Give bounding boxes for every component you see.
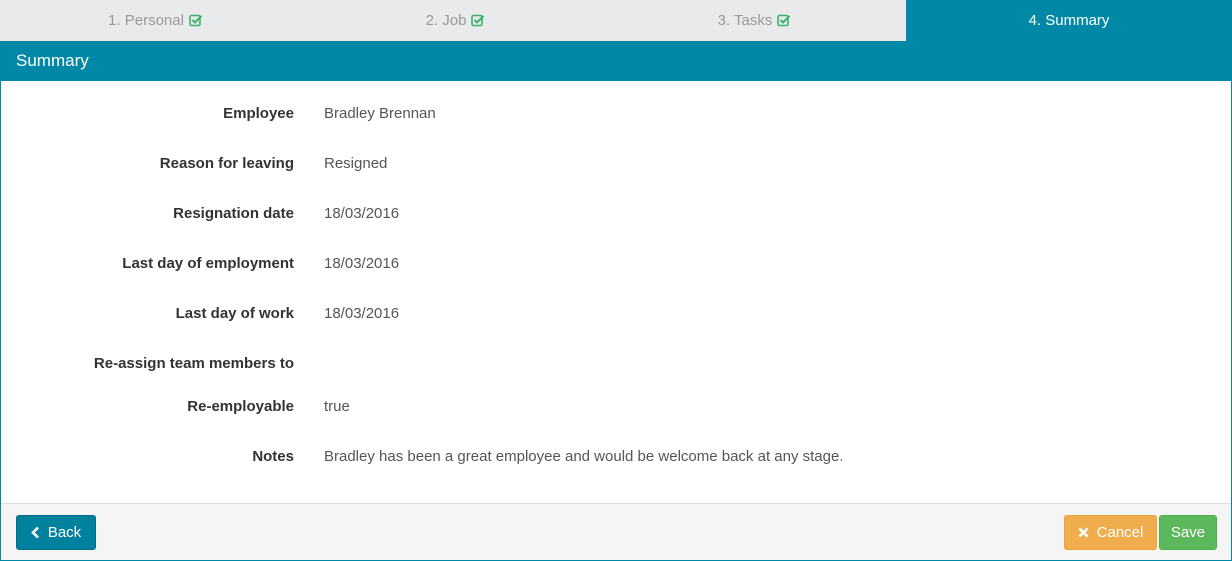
step-label: 4. Summary xyxy=(1028,12,1110,29)
field-value: Bradley Brennan xyxy=(324,104,436,122)
back-button[interactable]: Back xyxy=(16,515,96,550)
field-value: 18/03/2016 xyxy=(324,254,400,272)
field-label: Re-employable xyxy=(187,397,294,415)
field-value: true xyxy=(324,397,350,415)
step-job[interactable]: 2. Job xyxy=(312,0,599,41)
field-value: Resigned xyxy=(324,154,388,172)
check-square-icon xyxy=(471,14,485,27)
step-personal[interactable]: 1. Personal xyxy=(12,0,299,41)
summary-row-notes: Notes Bradley has been a great employee … xyxy=(1,444,1231,468)
summary-row-reemployable: Re-employable true xyxy=(1,394,1231,418)
summary-row-last-day-work: Last day of work 18/03/2016 xyxy=(1,301,1231,325)
times-icon xyxy=(1078,527,1089,538)
panel-footer: Back Cancel Save xyxy=(1,503,1231,560)
step-summary[interactable]: 4. Summary xyxy=(906,0,1232,41)
step-tasks[interactable]: 3. Tasks xyxy=(611,0,898,41)
field-label: Reason for leaving xyxy=(159,154,294,172)
check-square-icon xyxy=(777,14,791,27)
cancel-button[interactable]: Cancel xyxy=(1064,515,1157,550)
field-value: 18/03/2016 xyxy=(324,304,400,322)
exit-wizard: 1. Personal 2. Job 3. Tasks 4. Summary S… xyxy=(0,0,1232,561)
field-label: Employee xyxy=(223,104,294,122)
summary-row-employee: Employee Bradley Brennan xyxy=(1,101,1231,125)
field-label: Re-assign team members to xyxy=(93,354,294,372)
field-label: Notes xyxy=(252,447,294,465)
field-value: 18/03/2016 xyxy=(324,204,400,222)
field-value: Bradley has been a great employee and wo… xyxy=(324,447,844,465)
field-label: Resignation date xyxy=(173,204,294,222)
summary-row-last-day-employment: Last day of employment 18/03/2016 xyxy=(1,251,1231,275)
back-button-label: Back xyxy=(47,524,82,541)
summary-row-reason: Reason for leaving Resigned xyxy=(1,151,1231,175)
field-label: Last day of employment xyxy=(122,254,294,272)
chevron-left-icon xyxy=(30,526,39,539)
step-label: 1. Personal xyxy=(108,12,184,29)
step-label: 3. Tasks xyxy=(717,12,773,29)
save-button[interactable]: Save xyxy=(1159,515,1217,550)
wizard-steps: 1. Personal 2. Job 3. Tasks 4. Summary xyxy=(0,0,1232,41)
summary-row-resignation-date: Resignation date 18/03/2016 xyxy=(1,201,1231,225)
panel-title: Summary xyxy=(1,41,1231,81)
step-label: 2. Job xyxy=(425,12,467,29)
cancel-button-label: Cancel xyxy=(1096,524,1144,541)
field-label: Last day of work xyxy=(175,304,294,322)
check-square-icon xyxy=(189,14,203,27)
summary-row-reassign: Re-assign team members to xyxy=(1,351,1231,375)
summary-panel: Summary Employee Bradley Brennan Reason … xyxy=(0,41,1232,561)
save-button-label: Save xyxy=(1170,524,1206,541)
